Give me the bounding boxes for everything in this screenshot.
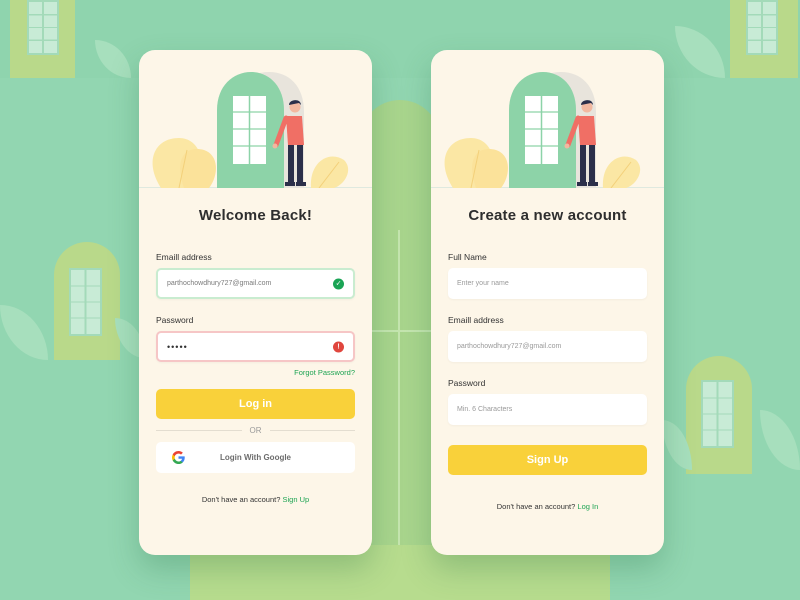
signup-card: Create a new account Full Name Enter you… <box>431 50 664 555</box>
fullname-field[interactable]: Enter your name <box>448 268 647 299</box>
login-prompt: Don't have an account? Log In <box>448 502 647 511</box>
forgot-password-link[interactable]: Forgot Password? <box>156 368 355 377</box>
login-card: Welcome Back! Emaill address parthochowd… <box>139 50 372 555</box>
login-link[interactable]: Log In <box>577 502 598 511</box>
background-window <box>746 0 778 55</box>
or-divider: OR <box>156 426 355 435</box>
login-illustration <box>139 50 372 188</box>
email-placeholder: parthochowdhury727@gmail.com <box>457 343 562 350</box>
email-value: parthochowdhury727@gmail.com <box>167 280 272 287</box>
fullname-label: Full Name <box>448 252 487 262</box>
footer-text: Don't have an account? <box>496 502 576 511</box>
email-field[interactable]: parthochowdhury727@gmail.com ✓ <box>156 268 355 299</box>
google-login-button[interactable]: Login With Google <box>156 442 355 473</box>
password-field[interactable]: ••••• ! <box>156 331 355 362</box>
door-illustration-icon <box>444 72 641 188</box>
password-field[interactable]: Min. 6 Characters <box>448 394 647 425</box>
background-line <box>372 330 432 332</box>
fullname-placeholder: Enter your name <box>457 280 509 287</box>
signup-illustration <box>431 50 664 188</box>
page-title: Welcome Back! <box>198 207 313 224</box>
signup-button[interactable]: Sign Up <box>448 445 647 475</box>
signup-link[interactable]: Sign Up <box>282 495 309 504</box>
background-line <box>398 230 400 570</box>
background-center-door <box>360 100 440 580</box>
signup-prompt: Don't have an account? Sign Up <box>156 495 355 504</box>
email-label: Emaill address <box>156 252 212 262</box>
email-label: Emaill address <box>448 315 504 325</box>
background-window <box>69 268 102 336</box>
or-text: OR <box>249 426 262 435</box>
background-leaf <box>760 410 800 470</box>
google-logo-icon <box>172 451 185 464</box>
exclamation-circle-icon: ! <box>333 341 344 352</box>
background <box>0 0 800 600</box>
password-label: Password <box>156 315 194 325</box>
page-title: Create a new account <box>468 207 627 224</box>
background-window <box>27 0 59 55</box>
footer-text: Don't have an account? <box>201 495 281 504</box>
door-illustration-icon <box>152 72 349 188</box>
login-button[interactable]: Log in <box>156 389 355 419</box>
divider-line <box>156 430 242 431</box>
check-circle-icon: ✓ <box>333 278 344 289</box>
password-placeholder: Min. 6 Characters <box>457 406 513 413</box>
background-window <box>701 380 734 448</box>
password-value: ••••• <box>167 341 188 352</box>
email-field[interactable]: parthochowdhury727@gmail.com <box>448 331 647 362</box>
google-button-label: Login With Google <box>219 453 292 462</box>
background-leaf <box>0 305 48 360</box>
password-label: Password <box>448 378 486 388</box>
divider-line <box>269 430 355 431</box>
